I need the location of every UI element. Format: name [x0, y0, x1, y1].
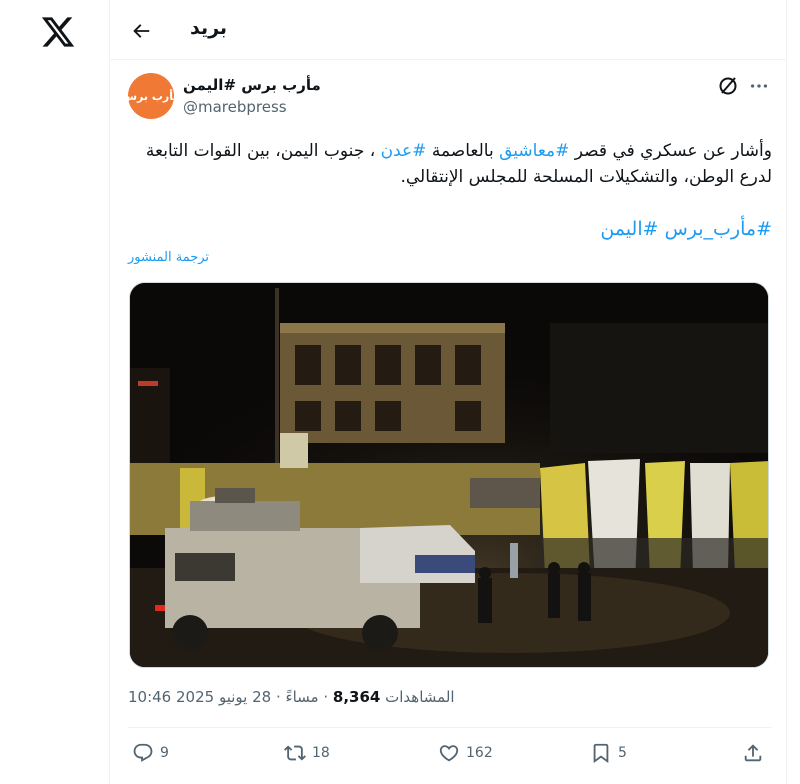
bookmark-button[interactable]: 5 [590, 742, 627, 764]
bookmark-icon [593, 743, 609, 764]
hashtag-link[interactable]: #اليمن [600, 218, 658, 240]
divider [128, 727, 772, 728]
left-rail [0, 0, 110, 784]
tweet-date[interactable]: 28 يونيو 2025 [176, 688, 271, 706]
tweet-text-part-1: وأشار عن عسكري في قصر [569, 141, 772, 161]
night-scene-image [130, 283, 768, 667]
grok-icon[interactable] [716, 74, 740, 98]
hashtag-link[interactable]: #مأرب_برس [665, 218, 772, 240]
bookmark-count: 5 [618, 745, 627, 761]
like-count: 162 [466, 745, 493, 761]
hashtag-link[interactable]: #عدن [381, 141, 427, 161]
x-logo-icon[interactable] [40, 14, 76, 50]
repost-icon [284, 745, 306, 761]
tweet-photo[interactable] [129, 282, 769, 668]
like-icon [439, 745, 459, 762]
hashtag-line: #مأرب_برس #اليمن [128, 218, 772, 240]
action-bar: 9 18 162 5 [128, 742, 772, 772]
tweet-period: مساءً [285, 688, 319, 706]
avatar[interactable]: مأرب برس [128, 73, 174, 119]
reply-button[interactable]: 9 [132, 742, 169, 764]
tweet-text-part-2: بالعاصمة [426, 141, 500, 161]
page-title: بريد [190, 17, 228, 39]
hashtag-link[interactable]: #معاشيق [499, 141, 569, 161]
avatar-text: مأرب برس [128, 89, 174, 103]
back-button[interactable] [124, 14, 158, 48]
tweet-time[interactable]: 10:46 [128, 688, 171, 706]
author-name[interactable]: مأرب برس #اليمن [183, 76, 321, 94]
reply-icon [133, 743, 153, 762]
tweet-text: وأشار عن عسكري في قصر #معاشيق بالعاصمة #… [128, 138, 772, 190]
views-count: 8,364 [332, 688, 381, 706]
views-label: المشاهدات [385, 688, 455, 706]
top-bar: بريد [110, 0, 786, 60]
author-handle[interactable]: @marebpress [183, 98, 287, 116]
share-button[interactable] [742, 742, 764, 764]
share-icon [744, 744, 762, 762]
tweet-column: بريد مأرب برس مأرب برس #اليمن @marebpres… [109, 0, 787, 784]
reply-count: 9 [160, 745, 169, 761]
repost-button[interactable]: 18 [284, 742, 330, 764]
back-arrow-icon [133, 24, 150, 38]
translate-post-link[interactable]: ترجمة المنشور [128, 250, 209, 265]
repost-count: 18 [312, 745, 330, 761]
more-icon[interactable] [747, 74, 771, 98]
like-button[interactable]: 162 [438, 742, 493, 764]
tweet-meta: المشاهدات 8,364 · مساءً · 28 يونيو 2025 … [128, 688, 455, 706]
